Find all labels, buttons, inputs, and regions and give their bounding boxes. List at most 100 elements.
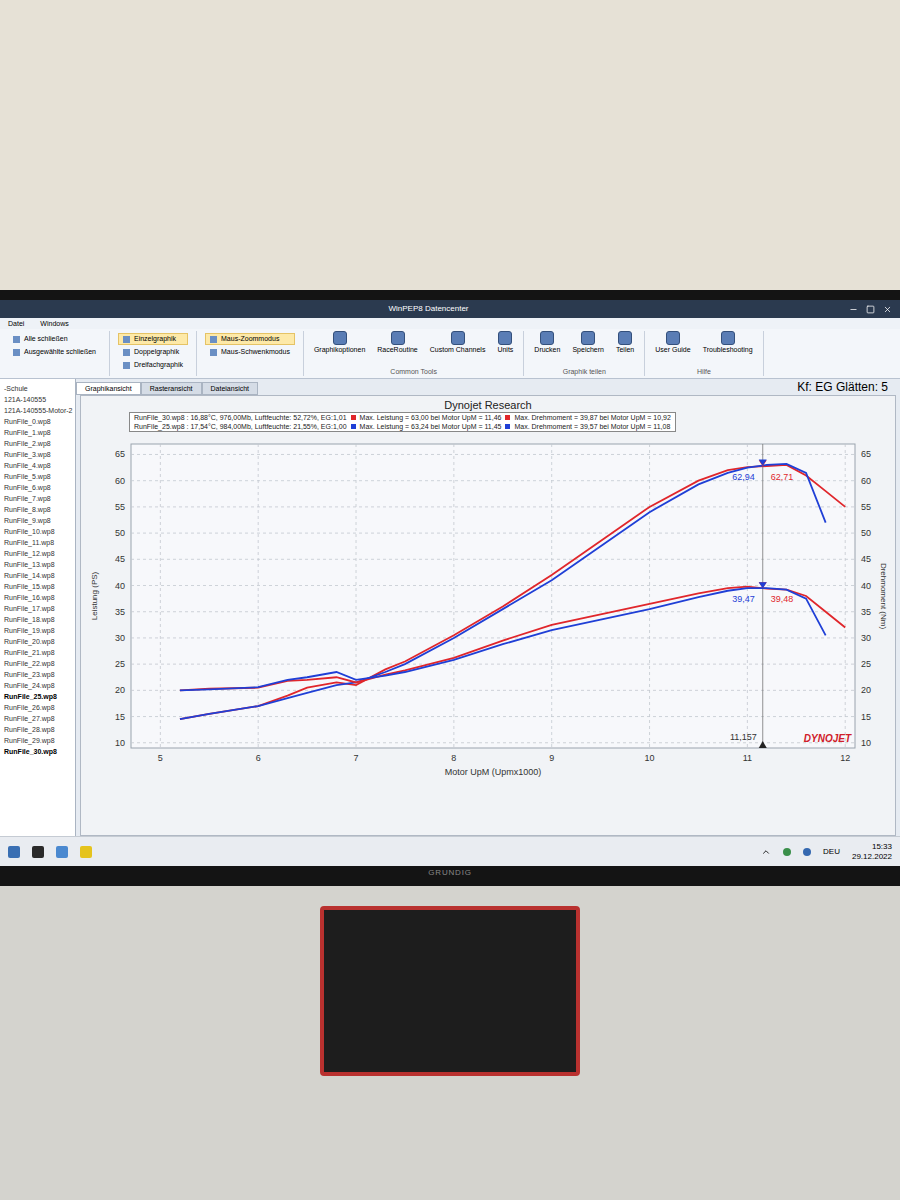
- tray-expand-icon[interactable]: [761, 847, 771, 857]
- ribbon-button[interactable]: Troubleshooting: [701, 331, 755, 354]
- clock[interactable]: 15:3329.12.2022: [852, 842, 892, 862]
- cursor-marker-icon: [759, 582, 767, 588]
- file-item[interactable]: RunFile_25.wp8: [4, 691, 75, 702]
- menu-item[interactable]: Windows: [40, 318, 68, 329]
- minimize-icon[interactable]: [849, 305, 858, 314]
- ribbon-button[interactable]: Units: [495, 331, 515, 354]
- ribbon-button[interactable]: Drucken: [532, 331, 562, 354]
- cursor-value: 62,94: [732, 472, 755, 482]
- y-left-tick: 55: [115, 502, 125, 512]
- file-item[interactable]: RunFile_22.wp8: [4, 658, 75, 669]
- file-item[interactable]: RunFile_20.wp8: [4, 636, 75, 647]
- view-tab[interactable]: Dateiansicht: [202, 382, 259, 395]
- file-item[interactable]: RunFile_18.wp8: [4, 614, 75, 625]
- ribbon-group-label: Graphik teilen: [532, 367, 636, 376]
- maximize-icon[interactable]: [866, 305, 875, 314]
- y-left-tick: 60: [115, 476, 125, 486]
- file-item[interactable]: RunFile_10.wp8: [4, 526, 75, 537]
- file-item[interactable]: RunFile_21.wp8: [4, 647, 75, 658]
- file-item[interactable]: RunFile_16.wp8: [4, 592, 75, 603]
- file-item[interactable]: -Schule: [4, 383, 75, 394]
- ribbon-button[interactable]: Doppelgraphik: [118, 346, 188, 358]
- view-tab[interactable]: Graphikansicht: [76, 382, 141, 395]
- file-item[interactable]: RunFile_12.wp8: [4, 548, 75, 559]
- cursor-value: 62,71: [771, 472, 794, 482]
- y-right-tick: 40: [861, 581, 871, 591]
- y-right-tick: 60: [861, 476, 871, 486]
- cursor-marker-icon: [759, 460, 767, 466]
- file-item[interactable]: RunFile_23.wp8: [4, 669, 75, 680]
- file-item[interactable]: RunFile_14.wp8: [4, 570, 75, 581]
- file-item[interactable]: RunFile_1.wp8: [4, 427, 75, 438]
- ribbon-group: Alle schließenAusgewählte schließen: [0, 331, 110, 376]
- audio-interface: [320, 906, 580, 1076]
- dynojet-logo: DYNOJET: [804, 733, 852, 744]
- chart-legend: RunFile_30.wp8 : 16,88°C, 976,00Mb, Luft…: [129, 412, 676, 432]
- ribbon-button[interactable]: Custom Channels: [428, 331, 488, 354]
- ribbon-button[interactable]: RaceRoutine: [375, 331, 419, 354]
- legend-swatch: [505, 424, 510, 429]
- tool-icon: [210, 349, 217, 356]
- ribbon-button[interactable]: Speichern: [570, 331, 606, 354]
- ribbon-button[interactable]: Ausgewählte schließen: [8, 346, 101, 358]
- file-item[interactable]: RunFile_24.wp8: [4, 680, 75, 691]
- file-item[interactable]: RunFile_13.wp8: [4, 559, 75, 570]
- y-left-tick: 20: [115, 685, 125, 695]
- cursor-line[interactable]: [762, 444, 763, 748]
- menu-bar: Datei Windows: [0, 318, 900, 329]
- file-item[interactable]: RunFile_5.wp8: [4, 471, 75, 482]
- file-item[interactable]: 121A-140555: [4, 394, 75, 405]
- x-tick: 8: [451, 753, 456, 763]
- file-item[interactable]: RunFile_28.wp8: [4, 724, 75, 735]
- file-item[interactable]: RunFile_19.wp8: [4, 625, 75, 636]
- ribbon-button[interactable]: User Guide: [653, 331, 692, 354]
- app-icon[interactable]: [56, 846, 68, 858]
- ribbon-button[interactable]: Graphikoptionen: [312, 331, 367, 354]
- file-item[interactable]: RunFile_26.wp8: [4, 702, 75, 713]
- file-item[interactable]: RunFile_17.wp8: [4, 603, 75, 614]
- app-icon[interactable]: [32, 846, 44, 858]
- file-item[interactable]: RunFile_29.wp8: [4, 735, 75, 746]
- ribbon-button[interactable]: Einzelgraphik: [118, 333, 188, 345]
- ribbon-button[interactable]: Dreifachgraphik: [118, 359, 188, 371]
- grid-line: [131, 454, 855, 455]
- tray-icon[interactable]: [783, 848, 791, 856]
- file-item[interactable]: 121A-140555-Motor-2: [4, 405, 75, 416]
- file-item[interactable]: RunFile_8.wp8: [4, 504, 75, 515]
- file-item[interactable]: RunFile_3.wp8: [4, 449, 75, 460]
- menu-item[interactable]: Datei: [8, 318, 24, 329]
- dyno-chart[interactable]: 1015202530354045505560651015202530354045…: [83, 432, 893, 784]
- file-item[interactable]: RunFile_11.wp8: [4, 537, 75, 548]
- grid-line: [131, 637, 855, 638]
- tray-icon[interactable]: [803, 848, 811, 856]
- file-item[interactable]: RunFile_6.wp8: [4, 482, 75, 493]
- file-item[interactable]: RunFile_15.wp8: [4, 581, 75, 592]
- tool-icon: [123, 336, 130, 343]
- file-item[interactable]: RunFile_0.wp8: [4, 416, 75, 427]
- view-tab[interactable]: Rasteransicht: [141, 382, 202, 395]
- ribbon-button[interactable]: Alle schließen: [8, 333, 101, 345]
- cursor-handle-icon[interactable]: [759, 741, 767, 748]
- close-icon[interactable]: [883, 305, 892, 314]
- cursor-rpm: 11,157: [730, 732, 757, 742]
- file-item[interactable]: RunFile_4.wp8: [4, 460, 75, 471]
- ribbon-button[interactable]: Maus-Schwenkmodus: [205, 346, 295, 358]
- file-item[interactable]: RunFile_9.wp8: [4, 515, 75, 526]
- ribbon-button[interactable]: Teilen: [614, 331, 636, 354]
- grid-line: [453, 444, 454, 748]
- ribbon-button[interactable]: Maus-Zoommodus: [205, 333, 295, 345]
- language[interactable]: DEU: [823, 846, 840, 858]
- app-icon[interactable]: [80, 846, 92, 858]
- x-tick: 6: [256, 753, 261, 763]
- monitor-brand: GRUNDIG: [0, 866, 900, 880]
- file-item[interactable]: RunFile_27.wp8: [4, 713, 75, 724]
- file-item[interactable]: RunFile_30.wp8: [4, 746, 75, 757]
- y-right-tick: 50: [861, 528, 871, 538]
- grid-line: [160, 444, 161, 748]
- app-icon[interactable]: [8, 846, 20, 858]
- file-item[interactable]: RunFile_2.wp8: [4, 438, 75, 449]
- y-right-tick: 20: [861, 685, 871, 695]
- ribbon: Alle schließenAusgewählte schließen Einze…: [0, 329, 900, 379]
- filter-label: Kf: EG Glätten: 5: [797, 379, 888, 395]
- file-item[interactable]: RunFile_7.wp8: [4, 493, 75, 504]
